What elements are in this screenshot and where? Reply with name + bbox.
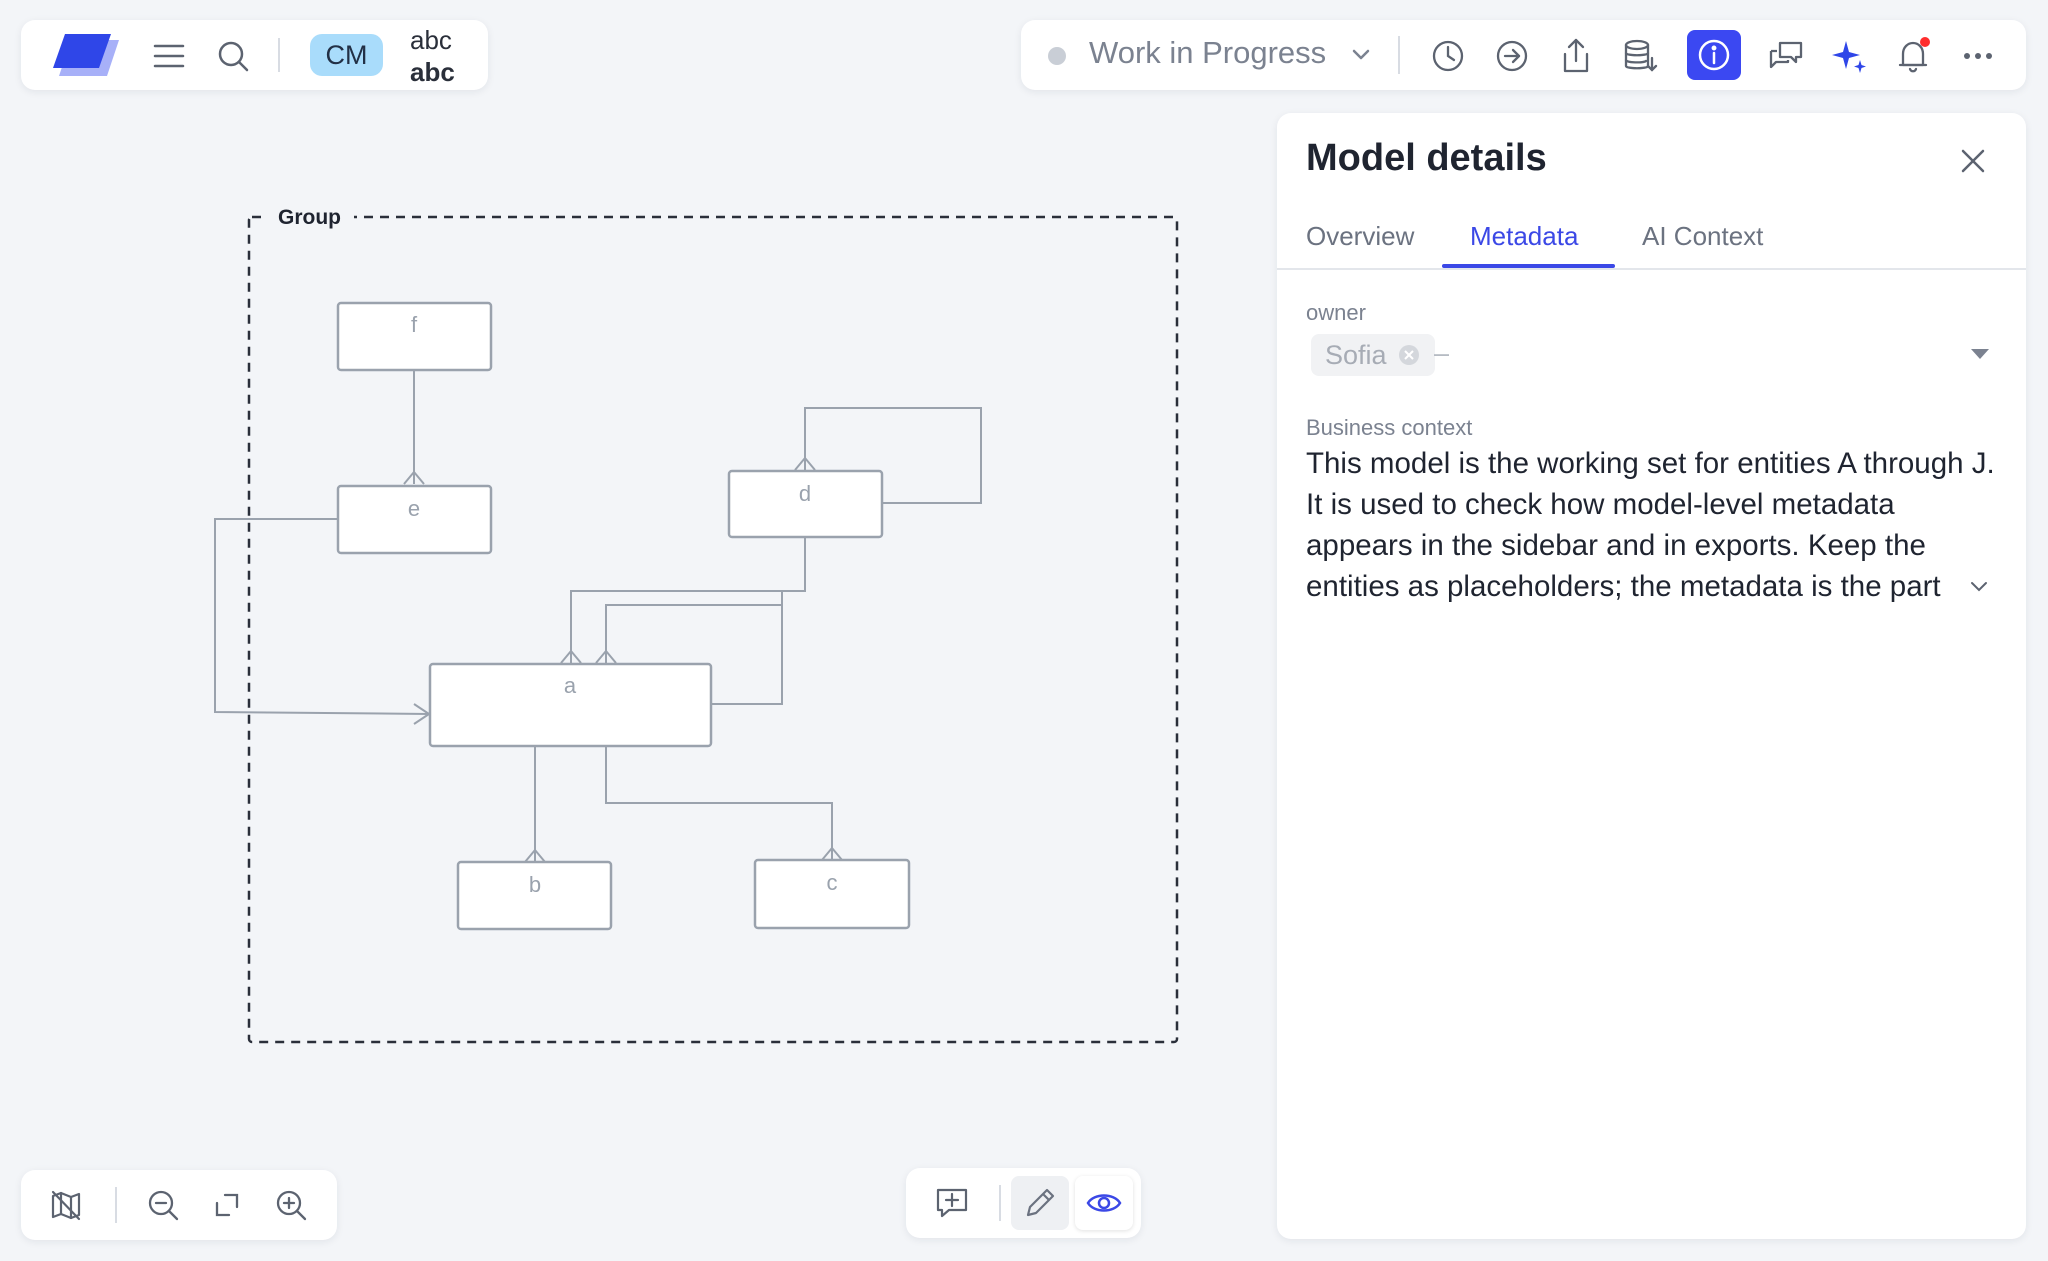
zoom-out-icon[interactable] <box>141 1183 185 1227</box>
status-dot <box>1048 47 1066 65</box>
business-context-field[interactable]: This model is the working set for entiti… <box>1306 443 2002 609</box>
minimap-off-icon[interactable] <box>44 1183 88 1227</box>
sparkle-icon[interactable] <box>1826 33 1874 79</box>
relationships <box>214 370 982 863</box>
comments-icon[interactable] <box>1762 33 1810 79</box>
entity-label-f: f <box>411 312 418 337</box>
project-name-line2: abc <box>410 57 455 87</box>
entity-label-c: c <box>827 870 838 895</box>
relationship-f-e <box>403 370 425 485</box>
mode-toolbar <box>906 1168 1141 1238</box>
tab-ai-context[interactable]: AI Context <box>1642 221 1763 252</box>
relationship-d-a-1 <box>560 536 806 664</box>
owner-chip-label: Sofia <box>1325 339 1387 370</box>
search-icon[interactable] <box>215 38 251 74</box>
info-icon[interactable] <box>1687 30 1741 80</box>
entity-label-a: a <box>564 673 577 698</box>
app-logo-icon[interactable] <box>49 28 125 84</box>
toolbar-divider <box>999 1185 1001 1221</box>
entity-label-d: d <box>799 481 811 506</box>
relationship-a-b <box>524 746 546 863</box>
edit-mode-button[interactable] <box>1011 1176 1069 1230</box>
model-details-panel: Model details Overview Metadata AI Conte… <box>1277 113 2026 1239</box>
relationship-a-c <box>605 746 843 861</box>
user-avatar[interactable]: CM <box>310 34 383 76</box>
relationship-a-loop <box>710 591 783 705</box>
toolbar-divider <box>115 1187 117 1223</box>
menu-icon[interactable] <box>151 38 187 74</box>
project-name-line1: abc <box>410 25 452 55</box>
close-icon[interactable] <box>1953 141 1993 181</box>
relationship-d-a-2 <box>595 591 783 664</box>
zoom-toolbar <box>21 1170 337 1240</box>
tabs-divider <box>1277 268 2026 270</box>
project-name[interactable]: abc abc <box>410 24 455 88</box>
view-mode-button[interactable] <box>1075 1176 1133 1230</box>
top-right-toolbar: Work in Progress <box>1021 20 2026 90</box>
tab-metadata[interactable]: Metadata <box>1470 221 1578 252</box>
share-icon[interactable] <box>1552 33 1600 79</box>
database-import-icon[interactable] <box>1616 33 1664 79</box>
more-icon[interactable] <box>1954 33 2002 79</box>
arrow-circle-right-icon[interactable] <box>1488 33 1536 79</box>
business-context-label: Business context <box>1306 415 1473 440</box>
eye-icon <box>1086 1194 1122 1212</box>
entity-label-b: b <box>529 872 541 897</box>
owner-chip[interactable]: Sofia <box>1311 334 1435 376</box>
bell-icon[interactable] <box>1890 33 1938 79</box>
add-comment-icon[interactable] <box>930 1181 974 1225</box>
diagram-canvas[interactable]: Group f e d a b c <box>0 0 1260 1261</box>
remove-chip-icon[interactable] <box>1397 343 1421 367</box>
status-dropdown[interactable]: Work in Progress <box>1089 35 1326 71</box>
toolbar-divider <box>278 38 280 72</box>
owner-label: owner <box>1306 300 1366 325</box>
history-icon[interactable] <box>1424 33 1472 79</box>
zoom-in-icon[interactable] <box>269 1183 313 1227</box>
top-left-toolbar: CM abc abc <box>21 20 488 90</box>
tab-overview[interactable]: Overview <box>1306 221 1414 252</box>
panel-title: Model details <box>1306 137 1547 179</box>
pencil-icon <box>1026 1188 1055 1217</box>
owner-placeholder: – <box>1434 338 1450 368</box>
chevron-down-icon[interactable] <box>1346 40 1376 70</box>
caret-down-icon[interactable] <box>1969 347 1991 361</box>
group-label: Group <box>278 206 341 229</box>
toolbar-divider <box>1398 36 1400 74</box>
expand-chevron-icon[interactable] <box>1967 577 1991 597</box>
fit-to-screen-icon[interactable] <box>205 1183 249 1227</box>
entity-label-e: e <box>408 496 420 521</box>
